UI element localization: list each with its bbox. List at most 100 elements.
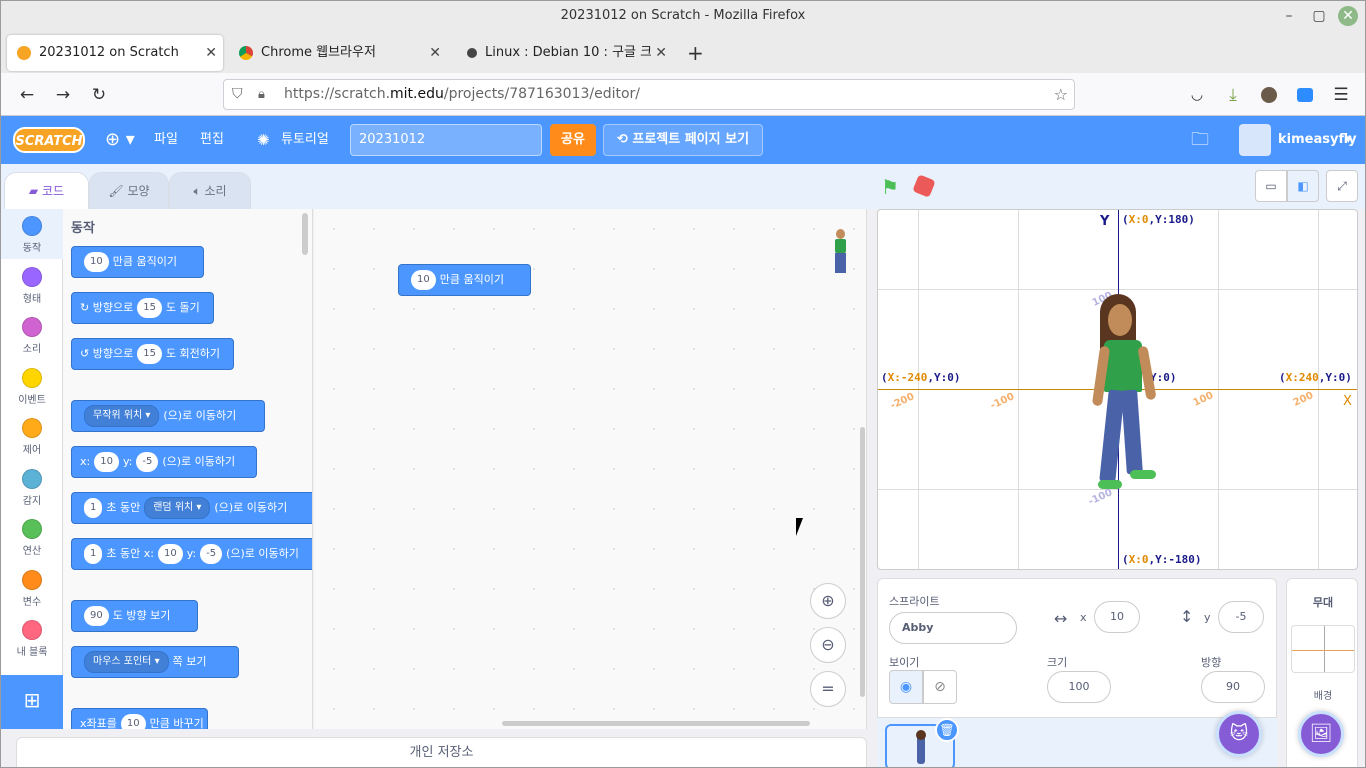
forward-icon[interactable]: → xyxy=(49,81,77,109)
fullscreen-icon[interactable]: ⤢ xyxy=(1326,170,1358,202)
add-extension-button[interactable]: ⊞ xyxy=(1,675,63,729)
show-eye-icon[interactable]: ◉ xyxy=(889,670,923,704)
block-go-to[interactable]: 무작위 위치 ▾ (으)로 이동하기 xyxy=(71,400,265,432)
block-input[interactable]: 15 xyxy=(137,344,162,364)
y-position-input[interactable]: -5 xyxy=(1218,601,1264,633)
shield-icon[interactable]: ⛉ xyxy=(232,80,243,109)
small-stage-icon[interactable]: ▭ xyxy=(1255,170,1287,202)
block-dropdown[interactable]: 마우스 포인터 ▾ xyxy=(84,651,169,673)
user-avatar[interactable] xyxy=(1239,124,1271,156)
maximize-icon[interactable]: ▢ xyxy=(1308,1,1330,31)
category-sensing[interactable]: 감지 xyxy=(1,462,63,512)
block-input[interactable]: 10 xyxy=(84,252,109,272)
my-stuff-folder-icon[interactable]: 🗀︎ xyxy=(1191,116,1209,164)
block-point-towards[interactable]: 마우스 포인터 ▾ 쪽 보기 xyxy=(71,646,239,678)
zoom-in-icon[interactable]: ⊕ xyxy=(810,583,846,619)
close-tab-icon[interactable]: ✕ xyxy=(429,35,441,71)
block-input[interactable]: 10 xyxy=(94,452,119,472)
normal-stage-icon[interactable]: ◧ xyxy=(1287,170,1319,202)
category-label: 소리 xyxy=(22,344,42,355)
block-turn-right[interactable]: ↻ 방향으로 15 도 돌기 xyxy=(71,292,214,324)
backpack[interactable]: 개인 저장소 xyxy=(16,737,867,767)
size-input[interactable]: 100 xyxy=(1047,671,1111,703)
close-tab-icon[interactable]: ✕ xyxy=(651,35,667,71)
block-input[interactable]: 90 xyxy=(84,606,109,626)
zoom-out-icon[interactable]: ⊖ xyxy=(810,627,846,663)
block-input[interactable]: 10 xyxy=(157,544,183,564)
block-input[interactable]: 15 xyxy=(137,298,162,318)
category-control[interactable]: 제어 xyxy=(1,411,63,461)
back-icon[interactable]: ← xyxy=(13,81,41,109)
block-text: 방향으로 xyxy=(92,347,134,360)
script-block-move-steps[interactable]: 10 만큼 움직이기 xyxy=(398,264,531,296)
hide-eye-icon[interactable]: ⊘ xyxy=(923,670,957,704)
block-change-x[interactable]: x좌표를 10 만큼 바꾸기 xyxy=(71,708,208,729)
direction-input[interactable]: 90 xyxy=(1201,671,1265,703)
close-window-icon[interactable]: ✕ xyxy=(1338,6,1358,26)
tab-sounds[interactable]: 🔈︎ 소리 xyxy=(169,172,251,210)
browser-tab-chrome[interactable]: Chrome 웹브라우저 ✕ xyxy=(229,35,447,71)
menu-edit[interactable]: 편집 xyxy=(200,116,224,164)
block-input[interactable]: 1 xyxy=(84,498,103,518)
see-project-page-button[interactable]: ⟲ 프로젝트 페이지 보기 xyxy=(603,124,763,156)
browser-tab-debian[interactable]: Linux : Debian 10 : 구글 크롬 ✕ xyxy=(453,35,673,71)
stage-canvas[interactable]: Y X (X:0,Y:180) (X:0,Y:-180) (X:-240,Y:0… xyxy=(877,209,1358,570)
url-bar[interactable]: ⛉ 🔒︎ https://scratch.mit.edu/projects/78… xyxy=(223,79,1075,110)
menu-file[interactable]: 파일 xyxy=(154,116,178,164)
minimize-icon[interactable]: – xyxy=(1278,1,1300,31)
green-flag-icon[interactable]: ⚑ xyxy=(881,175,899,199)
palette-scrollbar[interactable] xyxy=(302,213,308,255)
block-dropdown[interactable]: 무작위 위치 ▾ xyxy=(84,405,160,427)
block-input[interactable]: -5 xyxy=(136,452,159,472)
bookmark-star-icon[interactable]: ☆ xyxy=(1054,80,1068,109)
zoom-reset-icon[interactable]: = xyxy=(810,671,846,707)
block-input[interactable]: 10 xyxy=(120,714,146,729)
lock-icon[interactable]: 🔒︎ xyxy=(258,80,265,109)
category-looks[interactable]: 형태 xyxy=(1,260,63,310)
block-glide-xy[interactable]: 1초 동안 x: 10 y: -5 (으)로 이동하기 xyxy=(71,538,312,570)
category-sound[interactable]: 소리 xyxy=(1,310,63,360)
script-horizontal-scrollbar[interactable] xyxy=(502,721,810,726)
block-glide[interactable]: 1초 동안 랜덤 위치 ▾ (으)로 이동하기 xyxy=(71,492,312,524)
script-area[interactable]: 10 만큼 움직이기 ⊕ ⊖ = xyxy=(314,209,867,729)
download-icon[interactable]: ⤓ xyxy=(1219,81,1247,109)
block-dropdown[interactable]: 랜덤 위치 ▾ xyxy=(144,497,211,519)
backdrop-thumbnail[interactable] xyxy=(1291,625,1355,673)
tab-costumes[interactable]: 🖌︎ 모양 xyxy=(89,172,169,210)
scratch-logo[interactable]: SCRATCH xyxy=(13,127,85,153)
tab-code[interactable]: ▰ 코드 xyxy=(4,172,89,211)
chevron-down-icon[interactable]: ▾ xyxy=(1345,116,1352,164)
delete-sprite-icon[interactable]: 🗑︎ xyxy=(935,718,959,742)
add-backdrop-button[interactable]: 🖼︎ xyxy=(1298,711,1344,757)
close-tab-icon[interactable]: ✕ xyxy=(205,35,217,71)
block-input[interactable]: -5 xyxy=(200,544,223,564)
extension-icon[interactable] xyxy=(1291,81,1319,109)
category-variables[interactable]: 변수 xyxy=(1,563,63,613)
sprite-name-input[interactable]: Abby xyxy=(889,612,1017,644)
x-position-input[interactable]: 10 xyxy=(1094,601,1140,633)
add-sprite-button[interactable]: 🐱︎ xyxy=(1216,711,1262,757)
block-point-in-direction[interactable]: 90 도 방향 보기 xyxy=(71,600,198,632)
block-input[interactable]: 10 xyxy=(411,270,436,290)
stop-icon[interactable] xyxy=(912,174,936,198)
account-avatar-icon[interactable] xyxy=(1255,81,1283,109)
script-vertical-scrollbar[interactable] xyxy=(860,427,865,697)
block-go-to-xy[interactable]: x: 10 y: -5 (으)로 이동하기 xyxy=(71,446,257,478)
category-my-blocks[interactable]: 내 블록 xyxy=(1,613,63,663)
menu-hamburger-icon[interactable]: ☰ xyxy=(1327,81,1355,109)
block-input[interactable]: 1 xyxy=(84,544,103,564)
menu-tutorials[interactable]: 튜토리얼 xyxy=(281,116,329,164)
category-events[interactable]: 이벤트 xyxy=(1,361,63,411)
reload-icon[interactable]: ↻ xyxy=(85,81,113,109)
browser-tab-scratch[interactable]: 20231012 on Scratch ✕ xyxy=(7,35,223,71)
pocket-icon[interactable]: ◡ xyxy=(1183,81,1211,109)
block-move-steps[interactable]: 10 만큼 움직이기 xyxy=(71,246,204,278)
share-button[interactable]: 공유 xyxy=(550,124,596,156)
project-title-input[interactable]: 20231012 xyxy=(350,124,542,156)
new-tab-icon[interactable]: + xyxy=(687,41,704,65)
category-operators[interactable]: 연산 xyxy=(1,512,63,562)
language-globe-icon[interactable]: ⊕ ▾ xyxy=(105,116,135,164)
category-motion[interactable]: 동작 xyxy=(1,209,63,259)
block-turn-left[interactable]: ↺ 방향으로 15 도 회전하기 xyxy=(71,338,234,370)
abby-sprite[interactable] xyxy=(1091,294,1164,494)
